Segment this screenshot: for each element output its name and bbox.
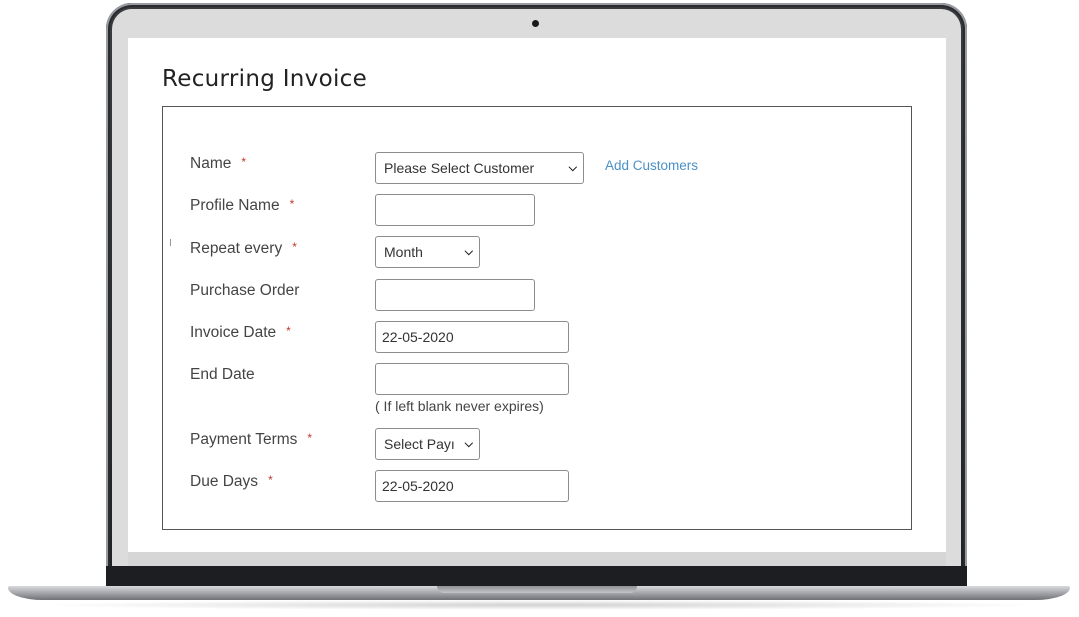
end-date-input[interactable] — [375, 363, 569, 395]
page-title: Recurring Invoice — [162, 66, 368, 92]
profile-name-label: Profile Name * — [190, 197, 295, 214]
laptop-shadow — [30, 600, 1050, 610]
payment-terms-value: Select Payı — [384, 436, 455, 452]
payment-terms-select[interactable]: Select Payı ⌵ — [375, 428, 480, 460]
screen-bottom-strip — [128, 552, 946, 566]
add-customers-link[interactable]: Add Customers — [605, 158, 698, 173]
invoice-date-label: Invoice Date * — [190, 324, 291, 341]
required-mark: * — [289, 197, 295, 211]
end-date-label: End Date — [190, 366, 255, 383]
purchase-order-input[interactable] — [375, 279, 535, 311]
payment-terms-label: Payment Terms * — [190, 431, 313, 448]
chevron-down-icon: ⌵ — [464, 245, 473, 258]
due-days-label: Due Days * — [190, 473, 273, 490]
customer-select[interactable]: Please Select Customer ⌵ — [375, 152, 584, 184]
end-date-hint: ( If left blank never expires) — [375, 398, 544, 414]
form-edge-mark — [170, 239, 171, 246]
due-days-input[interactable]: 22-05-2020 — [375, 470, 569, 502]
profile-name-input[interactable] — [375, 194, 535, 226]
chevron-down-icon: ⌵ — [568, 161, 577, 174]
required-mark: * — [241, 155, 247, 169]
screen: Recurring Invoice Name * Please Select Cu… — [128, 38, 946, 552]
chevron-down-icon: ⌵ — [464, 437, 473, 450]
required-mark: * — [292, 240, 297, 254]
purchase-order-label: Purchase Order — [190, 282, 300, 299]
required-mark: * — [268, 473, 273, 487]
repeat-every-value: Month — [384, 244, 423, 260]
customer-select-value: Please Select Customer — [384, 160, 535, 176]
repeat-every-label: Repeat every * — [190, 240, 297, 257]
laptop-base-notch — [437, 586, 637, 593]
required-mark: * — [286, 324, 291, 338]
camera-icon — [532, 20, 539, 27]
invoice-date-input[interactable]: 22-05-2020 — [375, 321, 569, 353]
required-mark: * — [307, 431, 313, 445]
recurring-invoice-form: Name * Please Select Customer ⌵ Add Custo… — [162, 106, 912, 530]
repeat-every-select[interactable]: Month ⌵ — [375, 236, 480, 268]
name-label: Name * — [190, 155, 247, 172]
